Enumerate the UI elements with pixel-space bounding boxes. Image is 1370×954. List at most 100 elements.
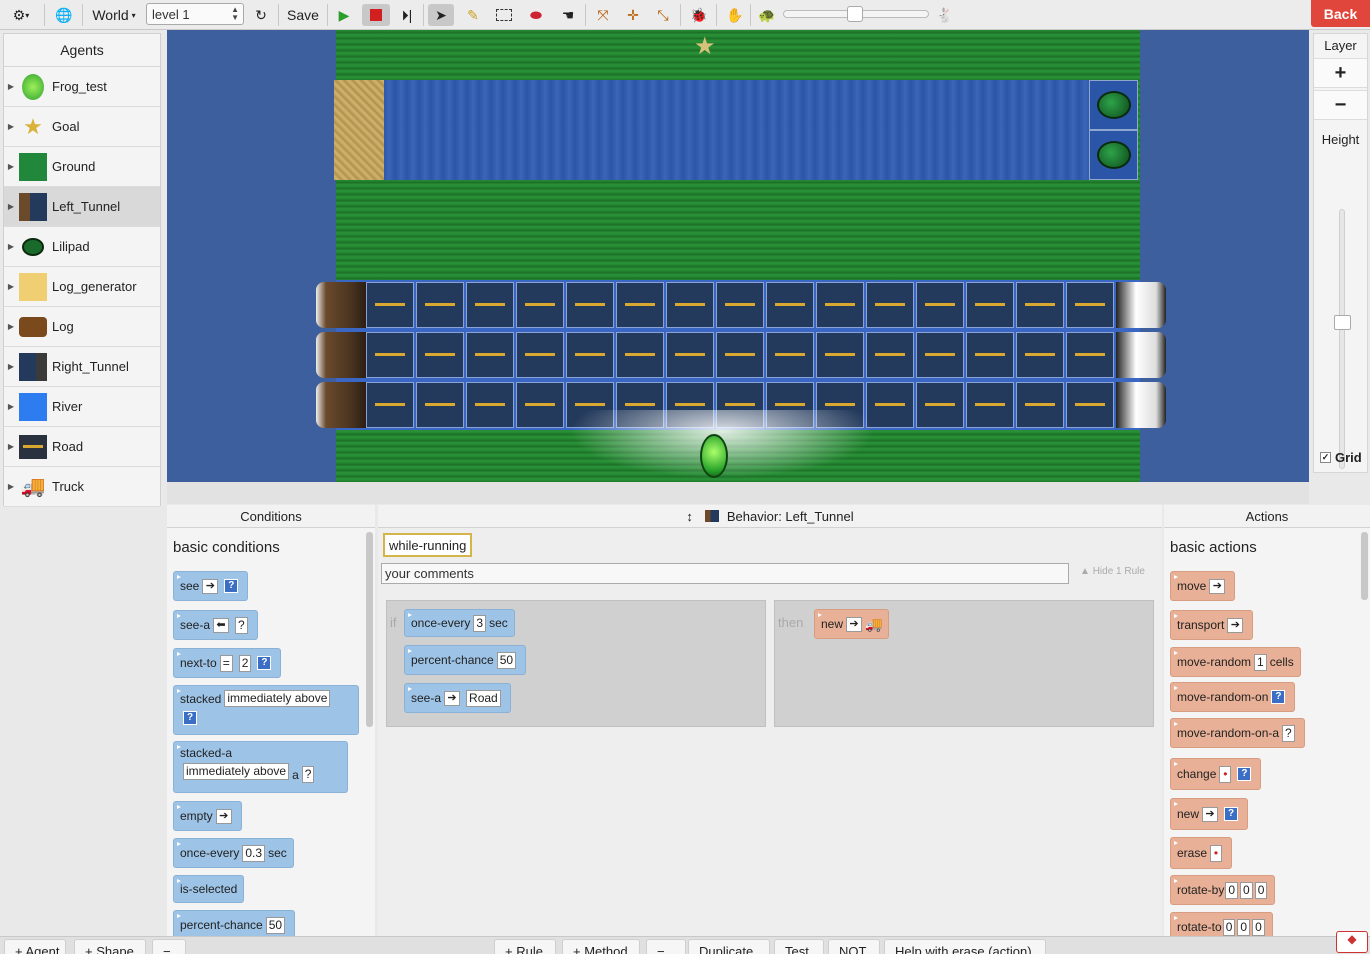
action-move[interactable]: move ➔ xyxy=(1170,571,1236,601)
grid-toggle[interactable]: ✓ Grid xyxy=(1320,450,1362,465)
cells-field[interactable]: 1 xyxy=(1254,653,1267,671)
angle-y-field[interactable]: 0 xyxy=(1240,881,1253,899)
agent-slot[interactable]: Road xyxy=(466,689,501,707)
world-canvas[interactable]: ★ xyxy=(167,30,1309,482)
condition-stacked-a[interactable]: stacked-a immediately above a? xyxy=(173,741,348,793)
expand-triangle-icon[interactable]: ▶ xyxy=(4,282,18,291)
agent-item-left-tunnel[interactable]: ▶ Left_Tunnel xyxy=(4,187,160,227)
add-rule-button[interactable]: + Rule xyxy=(494,939,556,954)
condition-stacked[interactable]: stacked immediately above? xyxy=(173,685,359,735)
actions-scrollbar[interactable] xyxy=(1361,532,1368,600)
action-new[interactable]: new ➔? xyxy=(1170,798,1249,830)
height-slider-knob[interactable] xyxy=(1334,315,1351,330)
stacked-field[interactable]: immediately above xyxy=(183,763,290,780)
select-arrow-icon[interactable]: ➤ xyxy=(428,4,454,26)
agent-item-lilipad[interactable]: ▶ Lilipad xyxy=(4,227,160,267)
remove-rule-button[interactable]: − xyxy=(646,939,686,954)
shape-slot[interactable]: • xyxy=(1210,844,1223,862)
direction-icon[interactable]: ➔ xyxy=(1202,806,1219,822)
action-move-random-on[interactable]: move-random-on? xyxy=(1170,682,1296,712)
direction-icon[interactable]: ➔ xyxy=(1227,617,1244,633)
expand-triangle-icon[interactable]: ▶ xyxy=(4,242,18,251)
action-move-random[interactable]: move-random 1 cells xyxy=(1170,647,1301,677)
action-rotate-to[interactable]: rotate-to 0 0 0 xyxy=(1170,912,1273,936)
condition-percent-chance[interactable]: percent-chance 50 xyxy=(173,910,296,936)
action-transport[interactable]: transport ➔ xyxy=(1170,610,1254,640)
action-erase[interactable]: erase • xyxy=(1170,837,1233,869)
remove-shape-button[interactable]: − xyxy=(152,939,186,954)
condition-empty[interactable]: empty ➔ xyxy=(173,801,242,831)
rule-action-new[interactable]: new ➔ 🚚 xyxy=(814,609,890,639)
direction-icon[interactable]: ➔ xyxy=(215,808,232,824)
help-icon[interactable]: ? xyxy=(257,656,272,670)
interval-field[interactable]: 3 xyxy=(473,614,487,632)
hand-icon[interactable]: ☚ xyxy=(556,4,580,26)
help-icon[interactable]: ? xyxy=(1271,690,1286,704)
direction-icon[interactable]: ⬅ xyxy=(213,617,230,633)
add-shape-button[interactable]: + Shape xyxy=(74,939,146,954)
angle-z-field[interactable]: 0 xyxy=(1252,918,1265,936)
percent-field[interactable]: 50 xyxy=(496,651,517,669)
rule-then-pane[interactable]: then new ➔ 🚚 xyxy=(774,600,1154,727)
agent-slot[interactable]: ? xyxy=(301,766,315,783)
move-icon[interactable]: ✛ xyxy=(622,4,644,26)
stacked-field[interactable]: immediately above xyxy=(224,690,331,707)
expand-triangle-icon[interactable]: ▶ xyxy=(4,362,18,371)
save-button[interactable]: Save xyxy=(284,4,322,26)
step-icon[interactable]: ⏵| xyxy=(398,4,416,26)
angle-x-field[interactable]: 0 xyxy=(1225,881,1239,899)
help-icon[interactable]: ? xyxy=(183,711,197,725)
agent-item-frog-test[interactable]: ▶ Frog_test xyxy=(4,67,160,107)
frog-agent[interactable] xyxy=(700,434,728,478)
truck-icon[interactable]: 🚚 xyxy=(865,616,882,633)
help-icon[interactable]: ? xyxy=(1237,767,1252,781)
expand-triangle-icon[interactable]: ▶ xyxy=(4,402,18,411)
count-field[interactable]: 2 xyxy=(238,654,252,672)
pencil-icon[interactable]: ✎ xyxy=(462,4,484,26)
speed-slider-knob[interactable] xyxy=(847,6,863,22)
hide-rule-link[interactable]: ▲ Hide 1 Rule xyxy=(1080,566,1145,577)
add-agent-button[interactable]: + Agent xyxy=(4,939,66,954)
conditions-scrollbar[interactable] xyxy=(366,532,373,727)
help-button[interactable]: Help with erase (action) xyxy=(884,939,1046,954)
help-icon[interactable]: ? xyxy=(224,579,239,593)
shape-slot[interactable]: • xyxy=(1219,765,1232,783)
direction-icon[interactable]: ➔ xyxy=(202,578,219,594)
help-icon[interactable]: ? xyxy=(1224,807,1239,821)
method-while-running[interactable]: while-running xyxy=(383,533,473,557)
back-button[interactable]: Back xyxy=(1311,0,1370,27)
bug-icon[interactable]: 🐞 xyxy=(688,4,710,26)
grid-checkbox[interactable]: ✓ xyxy=(1320,452,1331,463)
condition-see[interactable]: see ➔? xyxy=(173,571,249,601)
expand-triangle-icon[interactable]: ▶ xyxy=(4,442,18,451)
split-bar[interactable] xyxy=(167,482,1309,504)
probe-icon[interactable]: ✋ xyxy=(724,4,746,26)
rule-condition-see-a[interactable]: see-a ➔ Road xyxy=(404,683,511,713)
drag-icon[interactable]: ⤧ xyxy=(592,4,614,26)
comment-field[interactable]: your comments xyxy=(381,563,1069,584)
expand-triangle-icon[interactable]: ▶ xyxy=(4,162,18,171)
condition-is-selected[interactable]: is-selected xyxy=(173,875,245,903)
condition-see-a[interactable]: see-a ⬅? xyxy=(173,610,258,640)
agent-item-road[interactable]: ▶ Road xyxy=(4,427,160,467)
expand-triangle-icon[interactable]: ▶ xyxy=(4,82,18,91)
expand-triangle-icon[interactable]: ▶ xyxy=(4,122,18,131)
eraser-icon[interactable]: ⬬ xyxy=(524,4,548,26)
action-change[interactable]: change •? xyxy=(1170,758,1262,790)
globe-icon[interactable]: 🌐 xyxy=(52,4,76,26)
test-button[interactable]: Test xyxy=(774,939,824,954)
expand-triangle-icon[interactable]: ▶ xyxy=(4,322,18,331)
agent-slot[interactable]: ? xyxy=(1282,724,1295,742)
agent-item-log[interactable]: ▶ Log xyxy=(4,307,160,347)
duplicate-button[interactable]: Duplicate xyxy=(688,939,770,954)
action-rotate-by[interactable]: rotate-by 0 0 0 xyxy=(1170,875,1276,905)
expand-triangle-icon[interactable]: ▶ xyxy=(4,482,18,491)
direction-icon[interactable]: ➔ xyxy=(1209,578,1226,594)
resize-icon[interactable]: ⤡ xyxy=(652,4,674,26)
play-icon[interactable]: ▶ xyxy=(334,4,354,26)
stop-icon[interactable] xyxy=(362,4,390,26)
direction-icon[interactable]: ➔ xyxy=(444,690,461,706)
expand-triangle-icon[interactable]: ▶ xyxy=(4,202,18,211)
gear-menu-icon[interactable]: ⚙ ▾ xyxy=(6,4,36,26)
percent-field[interactable]: 50 xyxy=(265,916,286,934)
